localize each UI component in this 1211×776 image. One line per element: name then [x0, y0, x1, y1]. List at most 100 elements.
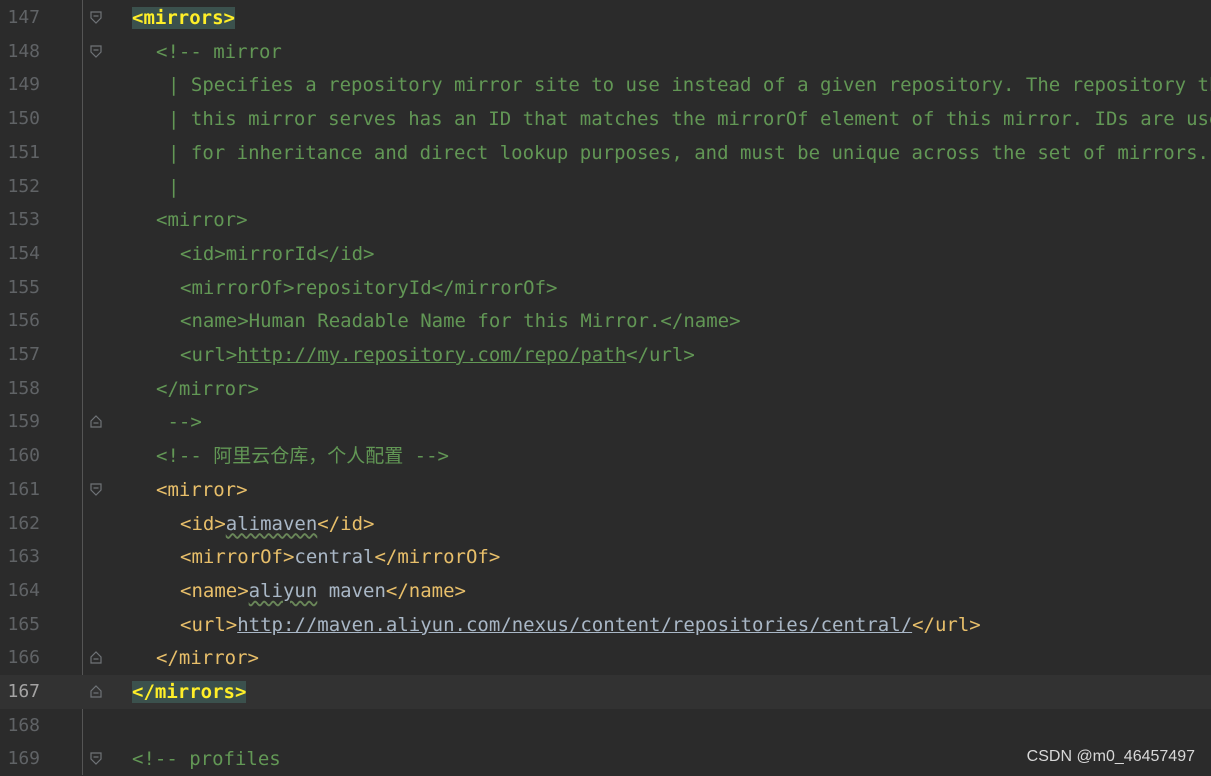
fold-close-icon[interactable] [90, 685, 102, 698]
code-text: | Specifies a repository mirror site to … [168, 68, 1211, 102]
xml-tag: <name> [180, 579, 249, 602]
line-number: 163 [7, 546, 40, 568]
code-text: <name>Human Readable Name for this Mirro… [180, 304, 741, 338]
code-text: <mirrorOf>repositoryId</mirrorOf> [180, 271, 558, 305]
xml-text: central [294, 546, 375, 569]
code-line[interactable]: 166 </mirror> [0, 641, 1211, 675]
line-number: 166 [7, 647, 40, 669]
xml-text: maven [317, 579, 386, 602]
xml-comment: </url> [626, 344, 695, 366]
code-line[interactable]: 156 <name>Human Readable Name for this Mi… [0, 304, 1211, 338]
code-line[interactable]: 155 <mirrorOf>repositoryId</mirrorOf> [0, 271, 1211, 305]
xml-comment: <name>Human Readable Name for this Mirro… [180, 310, 741, 333]
line-number: 169 [7, 748, 40, 770]
xml-tag: <mirror> [156, 478, 248, 501]
code-line[interactable]: 154 <id>mirrorId</id> [0, 237, 1211, 271]
code-line[interactable]: 149 | Specifies a repository mirror site … [0, 68, 1211, 102]
xml-comment: | Specifies a repository mirror site to … [168, 74, 1211, 97]
xml-comment: | for inheritance and direct lookup purp… [168, 141, 1209, 164]
code-line[interactable]: 158 </mirror> [0, 372, 1211, 406]
code-text: <id>alimaven</id> [180, 507, 374, 541]
line-number: 157 [7, 344, 40, 365]
code-line[interactable]: 152 | [0, 170, 1211, 204]
comment-url: http://my.repository.com/repo/path [237, 344, 627, 366]
xml-comment: <!-- mirror [156, 40, 282, 63]
line-number: 167 [7, 681, 40, 702]
xml-tag: </mirror> [156, 647, 259, 670]
code-line[interactable]: 163 <mirrorOf>central</mirrorOf> [0, 540, 1211, 574]
xml-comment: <!-- 阿里云仓库，个人配置 --> [156, 445, 449, 468]
code-text: <!-- 阿里云仓库，个人配置 --> [156, 439, 449, 473]
code-text: --> [156, 405, 202, 439]
code-text: <mirror> [156, 203, 248, 237]
xml-comment: <!-- profiles [132, 748, 281, 771]
code-text: <id>mirrorId</id> [180, 237, 374, 271]
xml-comment: <mirror> [156, 209, 248, 232]
code-text: </mirror> [156, 372, 259, 406]
line-number: 151 [7, 141, 40, 163]
line-number: 148 [7, 40, 40, 62]
code-text: <name>aliyun maven</name> [180, 574, 466, 608]
code-line[interactable]: 159 --> [0, 405, 1211, 439]
xml-comment: <mirrorOf>repositoryId</mirrorOf> [180, 276, 558, 299]
line-number: 164 [7, 579, 40, 601]
code-line[interactable]: 161 <mirror> [0, 473, 1211, 507]
code-text: | this mirror serves has an ID that matc… [168, 102, 1211, 136]
code-line[interactable]: 148 <!-- mirror [0, 35, 1211, 69]
line-number: 165 [7, 613, 40, 635]
code-text: | [168, 170, 179, 204]
code-text: </mirrors> [132, 675, 247, 709]
code-line[interactable]: 164 <name>aliyun maven</name> [0, 574, 1211, 608]
url-link[interactable]: http://maven.aliyun.com/nexus/content/re… [237, 614, 912, 636]
xml-tag: </id> [317, 512, 375, 535]
code-line[interactable]: 168 [0, 709, 1211, 743]
xml-comment: --> [156, 411, 202, 434]
code-line[interactable]: 151 | for inheritance and direct lookup p… [0, 136, 1211, 170]
fold-open-icon[interactable] [90, 11, 102, 24]
xml-tag: <mirrorOf> [180, 546, 295, 569]
line-number: 168 [7, 714, 40, 736]
code-line[interactable]: 153 <mirror> [0, 203, 1211, 237]
xml-comment: <id>mirrorId</id> [180, 242, 375, 265]
code-text: <mirror> [156, 473, 248, 507]
code-line[interactable]: 162 <id>alimaven</id> [0, 507, 1211, 541]
xml-tag: </mirrorOf> [374, 546, 501, 569]
xml-comment: </mirror> [156, 377, 259, 400]
code-text: <!-- mirror [156, 35, 282, 69]
code-line[interactable]: 160 <!-- 阿里云仓库，个人配置 --> [0, 439, 1211, 473]
code-line[interactable]: 165 <url>http://maven.aliyun.com/nexus/co… [0, 608, 1211, 642]
line-number: 149 [7, 74, 40, 96]
code-line[interactable]: 157 <url>http://my.repository.com/repo/pa… [0, 338, 1211, 372]
code-text: <url>http://maven.aliyun.com/nexus/conte… [180, 608, 981, 642]
line-number: 160 [7, 445, 40, 467]
xml-tag: <id> [180, 512, 226, 535]
code-text: <mirrorOf>central</mirrorOf> [180, 540, 500, 574]
line-number: 152 [7, 175, 40, 197]
code-line[interactable]: 147 <mirrors> [0, 1, 1211, 35]
line-number: 153 [7, 209, 40, 231]
matched-tag: <mirrors> [132, 7, 235, 29]
code-line[interactable]: 150 | this mirror serves has an ID that m… [0, 102, 1211, 136]
spellcheck-word: aliyun [248, 579, 318, 602]
code-text: <!-- profiles [132, 742, 281, 776]
fold-close-icon[interactable] [90, 415, 102, 428]
line-number: 158 [7, 377, 40, 399]
xml-comment: | this mirror serves has an ID that matc… [168, 108, 1211, 131]
watermark: CSDN @m0_46457497 [1026, 748, 1195, 765]
code-line[interactable]: 167 </mirrors> [0, 675, 1211, 709]
code-text: </mirror> [156, 641, 259, 675]
line-number: 155 [7, 276, 40, 298]
line-number: 162 [7, 512, 40, 534]
line-number: 150 [7, 108, 40, 130]
fold-open-icon[interactable] [90, 483, 102, 496]
line-number: 147 [7, 7, 40, 28]
fold-open-icon[interactable] [90, 752, 102, 766]
code-editor[interactable]: 147 <mirrors> 148 <!-- mirror 149 | Specifies… [0, 0, 1211, 775]
xml-comment: | [168, 175, 180, 198]
xml-tag: </name> [385, 579, 466, 602]
fold-close-icon[interactable] [90, 651, 102, 664]
code-text: | for inheritance and direct lookup purp… [168, 136, 1209, 170]
spellcheck-word: alimaven [225, 512, 318, 535]
fold-open-icon[interactable] [90, 45, 102, 58]
line-number: 156 [7, 310, 40, 332]
